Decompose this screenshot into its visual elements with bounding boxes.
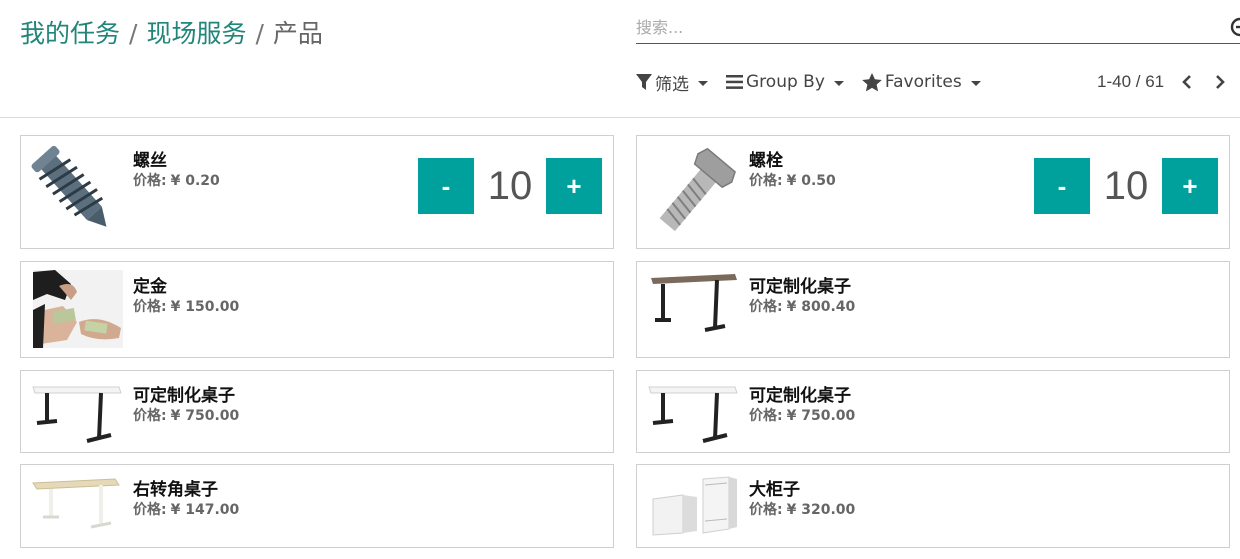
product-card[interactable]: 可定制化桌子 价格: ¥ 800.40 — [636, 261, 1230, 358]
control-panel: 我的任务 / 现场服务 / 产品 筛选 Group By Favorites 1-40 … — [0, 0, 1240, 118]
search-box — [636, 12, 1240, 44]
screw-image — [31, 142, 123, 230]
bars-icon — [726, 75, 743, 89]
filter-dropdown[interactable]: 筛选 — [636, 70, 708, 95]
pager-previous-button[interactable] — [1177, 71, 1197, 93]
product-name: 右转角桌子 — [133, 480, 218, 500]
product-price: 价格: ¥ 147.00 — [133, 499, 239, 519]
product-card[interactable]: 可定制化桌子 价格: ¥ 750.00 — [636, 370, 1230, 453]
product-price: 价格: ¥ 800.40 — [749, 296, 855, 316]
quantity-value: 10 — [1103, 163, 1149, 208]
favorites-dropdown[interactable]: Favorites — [862, 72, 981, 92]
product-price: 价格: ¥ 150.00 — [133, 296, 239, 316]
search-options-icon[interactable] — [1229, 16, 1240, 38]
price-value: ¥ 150.00 — [170, 299, 240, 315]
desk-image — [647, 268, 739, 356]
increase-quantity-button[interactable]: + — [1162, 158, 1218, 214]
price-value: ¥ 0.20 — [170, 173, 220, 189]
breadcrumb-separator: / — [255, 19, 264, 48]
filter-icon — [636, 74, 652, 90]
corner-desk-image — [31, 471, 123, 559]
decrease-quantity-button[interactable]: - — [1034, 158, 1090, 214]
price-label: 价格: — [133, 299, 167, 315]
price-label: 价格: — [133, 408, 167, 424]
price-value: ¥ 750.00 — [170, 408, 240, 424]
product-name: 螺栓 — [749, 151, 783, 171]
quantity-stepper: - 10 + — [418, 158, 602, 214]
product-card[interactable]: 螺栓 价格: ¥ 0.50 - 10 + — [636, 135, 1230, 249]
price-value: ¥ 147.00 — [170, 502, 240, 518]
star-icon — [862, 72, 882, 91]
product-card[interactable]: 大柜子 价格: ¥ 320.00 — [636, 464, 1230, 548]
price-label: 价格: — [133, 173, 167, 189]
product-price: 价格: ¥ 320.00 — [749, 499, 855, 519]
breadcrumb-separator: / — [129, 19, 138, 48]
breadcrumb-field-service[interactable]: 现场服务 — [146, 19, 246, 48]
product-name: 可定制化桌子 — [749, 277, 851, 297]
desk-image — [31, 377, 123, 465]
product-price: 价格: ¥ 750.00 — [133, 405, 239, 425]
product-name: 大柜子 — [749, 480, 800, 500]
product-name: 可定制化桌子 — [133, 386, 235, 406]
caret-down-icon — [833, 80, 844, 86]
price-label: 价格: — [133, 502, 167, 518]
breadcrumb-current: 产品 — [272, 19, 323, 48]
cabinet-image — [647, 471, 739, 559]
groupby-dropdown[interactable]: Group By — [726, 72, 844, 92]
chevron-left-icon — [1182, 75, 1192, 89]
pager-next-button[interactable] — [1210, 71, 1230, 93]
caret-down-icon — [698, 80, 708, 86]
product-card[interactable]: 螺丝 价格: ¥ 0.20 - 10 + — [20, 135, 614, 249]
quantity-stepper: - 10 + — [1034, 158, 1218, 214]
price-label: 价格: — [749, 299, 783, 315]
breadcrumb: 我的任务 / 现场服务 / 产品 — [20, 14, 323, 50]
price-value: ¥ 800.40 — [786, 299, 856, 315]
bolt-image — [647, 142, 739, 232]
product-name: 可定制化桌子 — [749, 386, 851, 406]
favorites-label: Favorites — [884, 72, 962, 92]
search-input[interactable] — [636, 12, 1216, 42]
price-label: 价格: — [749, 408, 783, 424]
breadcrumb-my-tasks[interactable]: 我的任务 — [20, 19, 120, 48]
filter-label: 筛选 — [655, 74, 689, 95]
pager-value[interactable]: 1-40 / 61 — [1097, 72, 1164, 92]
product-price: 价格: ¥ 0.20 — [133, 170, 220, 190]
quantity-value: 10 — [487, 163, 533, 208]
increase-quantity-button[interactable]: + — [546, 158, 602, 214]
price-label: 价格: — [749, 173, 783, 189]
desk-image — [647, 377, 739, 465]
groupby-label: Group By — [746, 72, 825, 92]
price-label: 价格: — [749, 502, 783, 518]
caret-down-icon — [970, 80, 981, 86]
kanban-view: 螺丝 价格: ¥ 0.20 - 10 + 螺栓 价格: ¥ 0.50 - 10 … — [0, 119, 1240, 552]
product-price: 价格: ¥ 0.50 — [749, 170, 836, 190]
price-value: ¥ 750.00 — [786, 408, 856, 424]
product-name: 螺丝 — [133, 151, 167, 171]
product-card[interactable]: 可定制化桌子 价格: ¥ 750.00 — [20, 370, 614, 453]
money-image — [33, 270, 125, 358]
product-card[interactable]: 右转角桌子 价格: ¥ 147.00 — [20, 464, 614, 548]
product-price: 价格: ¥ 750.00 — [749, 405, 855, 425]
decrease-quantity-button[interactable]: - — [418, 158, 474, 214]
price-value: ¥ 0.50 — [786, 173, 836, 189]
product-name: 定金 — [133, 277, 167, 297]
pager: 1-40 / 61 — [1097, 70, 1230, 94]
search-options: 筛选 Group By Favorites — [636, 70, 999, 95]
chevron-right-icon — [1216, 75, 1225, 89]
price-value: ¥ 320.00 — [786, 502, 856, 518]
product-card[interactable]: 定金 价格: ¥ 150.00 — [20, 261, 614, 358]
